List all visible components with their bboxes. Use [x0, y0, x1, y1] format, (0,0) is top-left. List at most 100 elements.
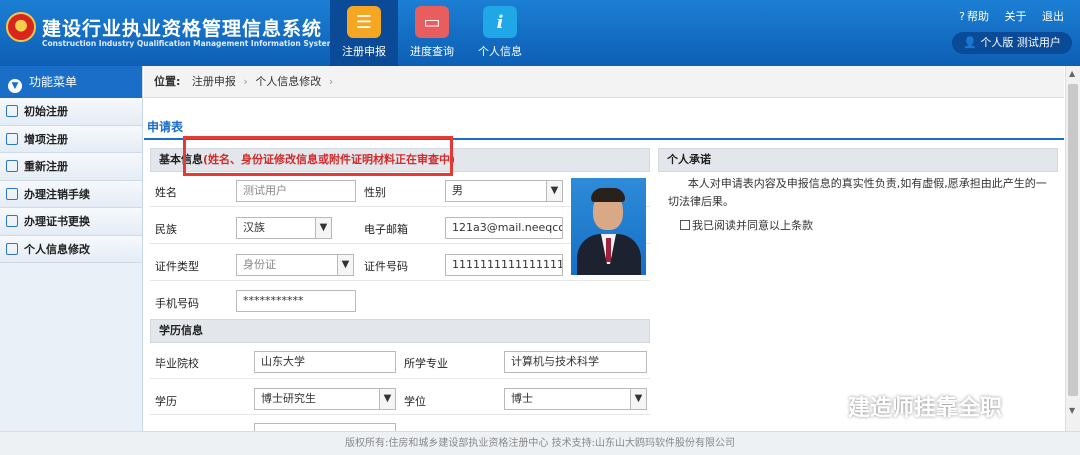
- gender-select[interactable]: 男 ▼: [445, 180, 563, 202]
- highlight-box: [183, 136, 453, 176]
- header-links: ? 帮助 关于 退出: [947, 8, 1064, 24]
- scrollbar-thumb[interactable]: [1068, 84, 1078, 396]
- name-label: 姓名: [155, 186, 177, 199]
- row-divider: [150, 280, 650, 281]
- major-field[interactable]: 计算机与技术科学: [504, 351, 647, 373]
- monitor-icon: ▭: [415, 6, 449, 38]
- school-field[interactable]: 山东大学: [254, 351, 396, 373]
- nav-progress-label: 进度查询: [410, 45, 454, 58]
- id-photo: [571, 178, 646, 275]
- user-name: 测试用户: [1016, 36, 1061, 49]
- id-type-value: 身份证: [243, 258, 276, 271]
- chevron-down-icon: ▼: [546, 181, 562, 201]
- sidebar-item-personal-info-edit[interactable]: 个人信息修改: [0, 235, 142, 263]
- ethnic-value: 汉族: [243, 221, 265, 234]
- calendar-icon: [6, 242, 18, 255]
- sidebar-item-certificate-replace[interactable]: 办理证书更换: [0, 208, 142, 236]
- agree-label: 我已阅读并同意以上条款: [692, 219, 813, 232]
- sidebar-item-re-registration[interactable]: 重新注册: [0, 153, 142, 181]
- ethnic-select[interactable]: 汉族 ▼: [236, 217, 332, 239]
- degree-label: 学位: [404, 395, 426, 408]
- email-label: 电子邮箱: [364, 223, 408, 236]
- sidebar-item-label: 重新注册: [24, 160, 68, 173]
- user-pill[interactable]: 👤 个人版 测试用户: [952, 32, 1072, 54]
- checkbox-box[interactable]: [680, 220, 690, 230]
- id-number-field[interactable]: 111111111111111111: [445, 254, 563, 276]
- watermark-text: 建造师挂靠全职: [848, 396, 1003, 421]
- gender-label: 性别: [364, 186, 386, 199]
- breadcrumb-separator-icon: ›: [243, 75, 248, 88]
- photo-tie: [606, 238, 611, 262]
- help-label: 帮助: [967, 10, 989, 23]
- watermark: 建造师挂靠全职: [812, 390, 1002, 422]
- help-icon: ?: [959, 10, 965, 23]
- edit-icon: [6, 160, 18, 172]
- sidebar-item-initial-registration[interactable]: 初始注册: [0, 98, 142, 126]
- degree-value: 博士: [511, 392, 533, 405]
- info-icon: i: [483, 6, 517, 38]
- major-label: 所学专业: [404, 357, 448, 370]
- education-level-label: 学历: [155, 395, 177, 408]
- help-link[interactable]: ? 帮助: [959, 10, 989, 23]
- school-label: 毕业院校: [155, 357, 199, 370]
- id-number-label: 证件号码: [364, 260, 408, 273]
- phone-label: 手机号码: [155, 297, 199, 310]
- chevron-down-icon: ▼: [630, 389, 646, 409]
- degree-select[interactable]: 博士 ▼: [504, 388, 647, 410]
- sidebar-item-add-registration[interactable]: 增项注册: [0, 125, 142, 153]
- comment-icon: [6, 132, 18, 145]
- app-subtitle: Construction Industry Qualification Mana…: [42, 39, 335, 48]
- user-version: 个人版: [980, 36, 1014, 49]
- breadcrumb-separator-icon: ›: [328, 75, 334, 88]
- breadcrumb: 位置: 注册申报 › 个人信息修改 ›: [144, 66, 1064, 98]
- national-emblem-icon: [6, 12, 36, 42]
- calendar-icon: [6, 187, 18, 200]
- id-type-select[interactable]: 身份证 ▼: [236, 254, 354, 276]
- education-header: 学历信息: [150, 319, 650, 343]
- sidebar-title: 功能菜单: [29, 75, 78, 89]
- app-title: 建设行业执业资格管理信息系统: [42, 18, 323, 40]
- email-field[interactable]: 121a3@mail.neeqcom.cn: [445, 217, 563, 239]
- id-type-label: 证件类型: [155, 260, 199, 273]
- calendar-icon: [6, 215, 18, 227]
- sidebar-item-cancellation[interactable]: 办理注销手续: [0, 180, 142, 208]
- photo-hair: [591, 188, 625, 202]
- sidebar-header[interactable]: ▼ 功能菜单: [0, 66, 142, 98]
- sidebar-item-label: 初始注册: [24, 105, 68, 118]
- promise-title: 个人承诺: [667, 153, 711, 166]
- education-level-value: 博士研究生: [261, 392, 316, 405]
- chevron-down-icon: ▼: [379, 389, 395, 409]
- ethnic-label: 民族: [155, 223, 177, 236]
- name-field[interactable]: 测试用户: [236, 180, 356, 202]
- breadcrumb-item[interactable]: 个人信息修改: [255, 75, 321, 88]
- breadcrumb-prefix: 位置:: [154, 75, 181, 88]
- sidebar: ▼ 功能菜单 初始注册 增项注册 重新注册 办理注销手续 办理证书更换 个人信息修…: [0, 66, 143, 431]
- nav-registration-label: 注册申报: [342, 45, 386, 58]
- phone-field[interactable]: ***********: [236, 290, 356, 312]
- user-icon: 👤: [963, 36, 977, 49]
- scroll-down-icon[interactable]: ▼: [1069, 406, 1075, 415]
- sidebar-item-label: 办理证书更换: [24, 215, 90, 228]
- education-title: 学历信息: [159, 324, 203, 337]
- nav-registration[interactable]: ☰ 注册申报: [330, 0, 398, 66]
- row-divider: [150, 414, 650, 415]
- partial-field[interactable]: [254, 423, 396, 431]
- nav-progress[interactable]: ▭ 进度查询: [398, 0, 466, 66]
- nav-personal-info-label: 个人信息: [478, 45, 522, 58]
- breadcrumb-item[interactable]: 注册申报: [192, 75, 236, 88]
- sidebar-item-label: 增项注册: [24, 132, 68, 146]
- nav-personal-info[interactable]: i 个人信息: [466, 0, 534, 66]
- promise-header: 个人承诺: [658, 148, 1058, 172]
- about-link[interactable]: 关于: [1005, 10, 1027, 23]
- scroll-up-icon[interactable]: ▲: [1069, 69, 1075, 78]
- sidebar-item-label: 个人信息修改: [24, 242, 90, 256]
- education-level-select[interactable]: 博士研究生 ▼: [254, 388, 396, 410]
- agree-checkbox[interactable]: 我已阅读并同意以上条款: [680, 217, 813, 233]
- tab-application-form[interactable]: 申请表: [147, 118, 183, 135]
- logout-link[interactable]: 退出: [1042, 10, 1064, 23]
- registration-icon: ☰: [347, 6, 381, 38]
- row-divider: [150, 378, 650, 379]
- chevron-down-icon: ▼: [315, 218, 331, 238]
- scrollbar[interactable]: ▲ ▼: [1065, 66, 1080, 431]
- gender-value: 男: [452, 184, 463, 197]
